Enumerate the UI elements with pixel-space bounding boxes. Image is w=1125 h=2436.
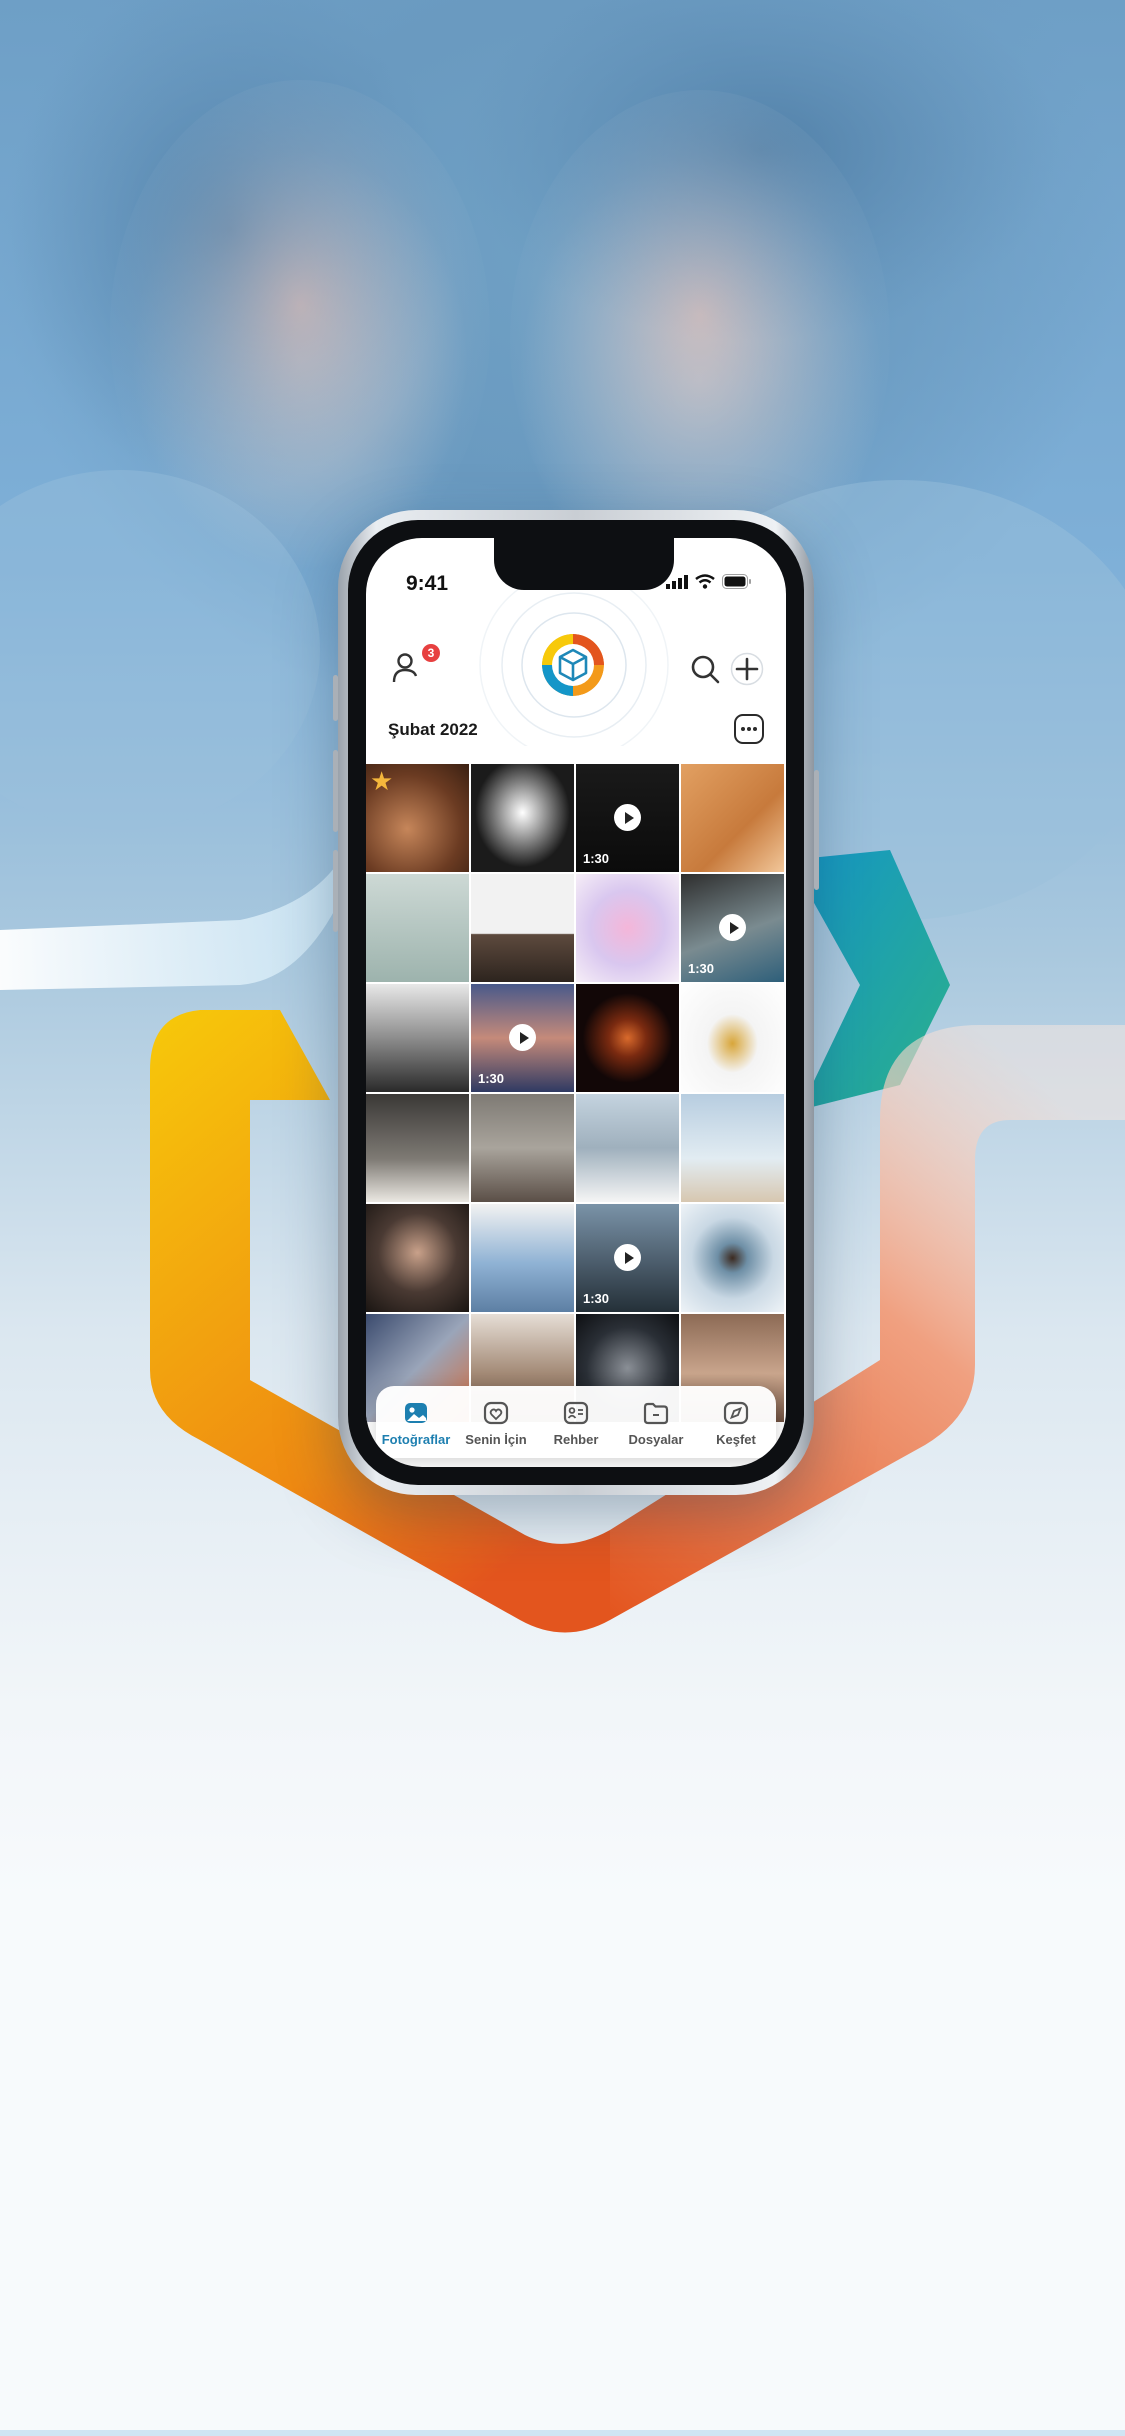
phone-bezel: 9:41 3 Şubat 2022 ★ 1:30 1:30 1:30 1:30 …	[348, 520, 804, 1485]
notch	[494, 538, 674, 590]
play-icon[interactable]	[614, 804, 641, 831]
volume-up-button	[333, 750, 338, 832]
add-icon[interactable]	[730, 652, 764, 686]
photo-grid: ★ 1:30 1:30 1:30 1:30	[366, 764, 786, 1422]
section-header: Şubat 2022	[366, 706, 786, 754]
photo-thumbnail[interactable]	[471, 1094, 574, 1202]
section-date-title: Şubat 2022	[388, 720, 478, 739]
more-options-button[interactable]	[734, 714, 764, 744]
video-duration: 1:30	[583, 851, 610, 866]
phone-mockup: 9:41 3 Şubat 2022 ★ 1:30 1:30 1:30 1:30 …	[333, 510, 819, 1495]
photo-thumbnail[interactable]	[471, 764, 574, 872]
photo-thumbnail[interactable]	[366, 874, 469, 982]
photo-thumbnail[interactable]	[471, 874, 574, 982]
tab-label: Keşfet	[716, 1431, 756, 1447]
bottom-tab-bar: Fotoğraflar Senin İçin Rehber Dosyalar Keşfe…	[376, 1386, 776, 1458]
battery-icon	[722, 574, 751, 589]
bottom-background	[0, 1900, 1125, 2436]
video-thumbnail[interactable]: 1:30	[576, 1204, 679, 1312]
photo-thumbnail[interactable]	[681, 1094, 784, 1202]
photos-icon	[405, 1402, 427, 1423]
photo-thumbnail[interactable]	[366, 1094, 469, 1202]
video-duration: 1:30	[583, 1291, 610, 1306]
photo-thumbnail[interactable]	[471, 1204, 574, 1312]
favorite-star-icon: ★	[370, 766, 394, 796]
photo-thumbnail[interactable]	[576, 1094, 679, 1202]
photo-thumbnail[interactable]	[576, 984, 679, 1092]
tab-files[interactable]: Dosyalar	[616, 1398, 696, 1447]
folder-icon	[643, 1402, 669, 1424]
tab-label: Dosyalar	[628, 1431, 684, 1447]
volume-down-button	[333, 850, 338, 932]
compass-icon	[723, 1401, 749, 1424]
play-icon[interactable]	[719, 914, 746, 941]
video-thumbnail[interactable]: 1:30	[471, 984, 574, 1092]
play-icon[interactable]	[509, 1024, 536, 1051]
mute-switch	[333, 675, 338, 721]
people-button[interactable]: 3	[390, 644, 440, 688]
tab-explore[interactable]: Keşfet	[696, 1398, 776, 1447]
search-icon[interactable]	[688, 652, 722, 686]
phone-screen: 9:41 3 Şubat 2022 ★ 1:30 1:30 1:30 1:30 …	[366, 538, 786, 1467]
photo-thumbnail[interactable]	[366, 984, 469, 1092]
bottom-divider	[0, 2430, 1125, 2436]
photo-thumbnail[interactable]	[576, 874, 679, 982]
notification-badge: 3	[422, 644, 440, 662]
photo-thumbnail[interactable]	[366, 1204, 469, 1312]
tab-for-you[interactable]: Senin İçin	[456, 1398, 536, 1447]
tab-photos[interactable]: Fotoğraflar	[376, 1398, 456, 1447]
photo-thumbnail[interactable]: ★	[366, 764, 469, 872]
video-duration: 1:30	[478, 1071, 505, 1086]
video-thumbnail[interactable]: 1:30	[681, 874, 784, 982]
play-icon[interactable]	[614, 1244, 641, 1271]
tab-label: Fotoğraflar	[381, 1431, 451, 1447]
tab-label: Senin İçin	[465, 1431, 527, 1447]
power-button	[814, 770, 819, 890]
app-header: 3	[366, 586, 786, 746]
app-logo-icon[interactable]	[542, 634, 604, 696]
photo-thumbnail[interactable]	[681, 984, 784, 1092]
heart-icon	[483, 1401, 509, 1424]
photo-thumbnail[interactable]	[681, 1204, 784, 1312]
photo-thumbnail[interactable]	[681, 764, 784, 872]
contacts-icon	[563, 1401, 589, 1424]
tab-label: Rehber	[553, 1431, 599, 1447]
tab-contacts[interactable]: Rehber	[536, 1398, 616, 1447]
video-thumbnail[interactable]: 1:30	[576, 764, 679, 872]
video-duration: 1:30	[688, 961, 715, 976]
status-time: 9:41	[406, 572, 449, 595]
